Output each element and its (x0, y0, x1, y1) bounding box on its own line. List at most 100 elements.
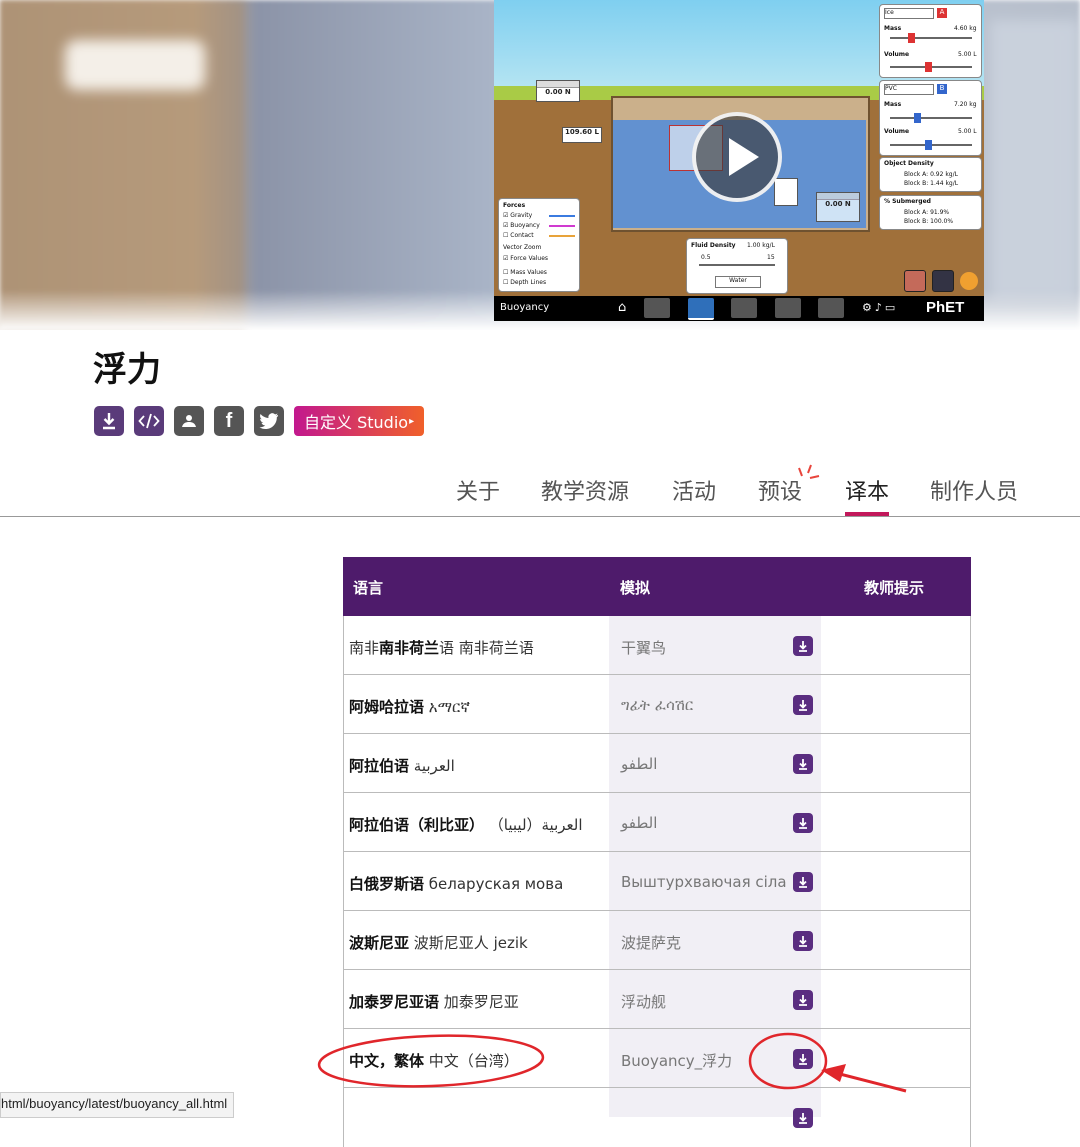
download-icon (799, 995, 807, 1006)
mass-slider-a[interactable] (890, 37, 972, 39)
phet-logo[interactable]: PhET (926, 299, 964, 316)
left-scale-reading: 0.00 N (545, 88, 571, 96)
simulation-name[interactable]: Buoyancy_浮力 (621, 1050, 732, 1071)
block-b-controls[interactable]: PVC B Mass 7.20 kg Volume 5.00 L (879, 80, 982, 156)
simulation-name[interactable]: الطفو (621, 755, 657, 773)
object-density-title: Object Density (884, 160, 934, 167)
volume-slider-a-thumb[interactable] (925, 62, 932, 72)
density-b: Block B: 1.44 kg/L (904, 180, 959, 187)
fluid-density-panel[interactable]: Fluid Density 1.00 kg/L 0.5 15 Water (686, 238, 788, 294)
download-button[interactable] (793, 872, 813, 892)
screen-lab[interactable] (731, 298, 757, 318)
facebook-share-button[interactable]: f (214, 406, 244, 436)
download-button[interactable] (94, 406, 124, 436)
download-icon (799, 1054, 807, 1065)
screen-applications[interactable] (818, 298, 844, 318)
swap-blocks-button[interactable] (932, 270, 954, 292)
table-row: 波斯尼亚 波斯尼亚人 jezik 波提萨克 (343, 911, 971, 970)
density-a: Block A: 0.92 kg/L (904, 171, 958, 178)
share-classroom-button[interactable] (174, 406, 204, 436)
tab-credits[interactable]: 制作人员 (930, 474, 1018, 506)
volume-value-a: 5.00 L (958, 51, 977, 58)
tab-bar: 关于 教学资源 活动 预设 译本 制作人员 (0, 474, 1080, 518)
table-row (343, 1088, 971, 1147)
download-icon (799, 700, 807, 711)
download-button[interactable] (793, 931, 813, 951)
table-row: 白俄罗斯语 беларуская мова Выштурхваючая сіла (343, 852, 971, 911)
tab-about[interactable]: 关于 (456, 474, 500, 506)
download-icon (799, 641, 807, 652)
block-b-badge: B (937, 84, 947, 94)
simulation-name[interactable]: الطفو (621, 814, 657, 832)
mass-label-a: Mass (884, 25, 902, 32)
submerged-panel[interactable]: % Submerged Block A: 91.9% Block B: 100.… (879, 195, 982, 230)
simulation-name[interactable]: 浮动舰 (621, 991, 666, 1012)
fluid-type-select[interactable]: Water (715, 276, 761, 288)
language-cell: 加泰罗尼亚语 加泰罗尼亚 (349, 993, 519, 1011)
vector-zoom-label: Vector Zoom (503, 244, 542, 251)
screen-compare[interactable] (644, 298, 670, 318)
tab-activities[interactable]: 活动 (672, 474, 716, 506)
column-teacher-tips: 教师提示 (864, 579, 925, 597)
volume-label-b: Volume (884, 128, 910, 135)
language-cell: 阿拉伯语（利比亚） العربية（ليبيا） (349, 816, 583, 834)
force-gravity[interactable]: ☑ Gravity (503, 212, 532, 219)
play-video-icon[interactable] (692, 112, 782, 202)
object-density-panel[interactable]: Object Density Block A: 0.92 kg/L Block … (879, 157, 982, 192)
fluid-min: 0.5 (701, 254, 711, 261)
home-icon[interactable]: ⌂ (618, 300, 626, 315)
language-cell: 阿姆哈拉语 አማርኛ (349, 698, 470, 716)
twitter-share-button[interactable] (254, 406, 284, 436)
hero-banner: 0.00 N 0.00 N 109.60 L Ice A Mass 4.60 k… (0, 0, 1080, 330)
volume-slider-b-thumb[interactable] (925, 140, 932, 150)
sim-title: Buoyancy (500, 302, 550, 313)
force-values-checkbox[interactable]: ☑ Force Values (503, 255, 548, 262)
table-row: 南非南非荷兰语 南非荷兰语 干翼鸟 (343, 616, 971, 675)
tab-presets[interactable]: 预设 (758, 474, 802, 506)
tab-translations[interactable]: 译本 (845, 474, 890, 516)
download-button[interactable] (793, 1108, 813, 1128)
reset-all-icon[interactable] (960, 272, 978, 290)
studio-arrow-icon: ▸ (409, 415, 415, 427)
sim-settings-icons[interactable]: ⚙♪▭ (862, 301, 898, 314)
sim-preview[interactable]: 0.00 N 0.00 N 109.60 L Ice A Mass 4.60 k… (494, 0, 984, 321)
mass-values-checkbox[interactable]: ☐ Mass Values (503, 269, 547, 276)
studio-button[interactable]: 自定义 Studio ▸ (294, 406, 425, 436)
download-button[interactable] (793, 695, 813, 715)
block-b-material-select[interactable]: PVC (884, 84, 934, 95)
forces-panel[interactable]: Forces ☑ Gravity ☑ Buoyancy ☐ Contact Ve… (498, 198, 580, 292)
embed-button[interactable] (134, 406, 164, 436)
force-contact[interactable]: ☐ Contact (503, 232, 534, 239)
fluid-density-slider[interactable] (699, 264, 775, 266)
screen-shapes[interactable] (774, 298, 801, 318)
tab-teaching-resources[interactable]: 教学资源 (541, 474, 629, 506)
mass-slider-a-thumb[interactable] (908, 33, 915, 43)
force-buoyancy[interactable]: ☑ Buoyancy (503, 222, 540, 229)
depth-lines-checkbox[interactable]: ☐ Depth Lines (503, 279, 546, 286)
download-button[interactable] (793, 990, 813, 1010)
column-language: 语言 (353, 579, 384, 597)
block-a-controls[interactable]: Ice A Mass 4.60 kg Volume 5.00 L (879, 4, 982, 78)
download-button[interactable] (793, 636, 813, 656)
block-a-material-select[interactable]: Ice (884, 8, 934, 19)
download-button[interactable] (793, 1049, 813, 1069)
reset-block-button[interactable] (904, 270, 926, 292)
submerged-b: Block B: 100.0% (904, 218, 954, 225)
screen-explore[interactable] (687, 298, 714, 320)
buoyancy-arrow (549, 225, 575, 227)
download-button[interactable] (793, 813, 813, 833)
facebook-icon: f (225, 409, 233, 432)
simulation-name[interactable]: ግፊት ፈሳሽር (621, 696, 693, 714)
volume-value-b: 5.00 L (958, 128, 977, 135)
mass-slider-b-thumb[interactable] (914, 113, 921, 123)
simulation-name[interactable]: 波提萨克 (621, 932, 681, 953)
simulation-name[interactable]: Выштурхваючая сіла (621, 873, 787, 891)
download-button[interactable] (793, 754, 813, 774)
simulation-name[interactable]: 干翼鸟 (621, 637, 666, 658)
mass-slider-b[interactable] (890, 117, 972, 119)
download-icon (799, 877, 807, 888)
fluid-density-value: 1.00 kg/L (747, 242, 775, 249)
contact-arrow (549, 235, 575, 237)
classroom-icon (182, 415, 196, 427)
left-scale: 0.00 N (536, 80, 580, 102)
